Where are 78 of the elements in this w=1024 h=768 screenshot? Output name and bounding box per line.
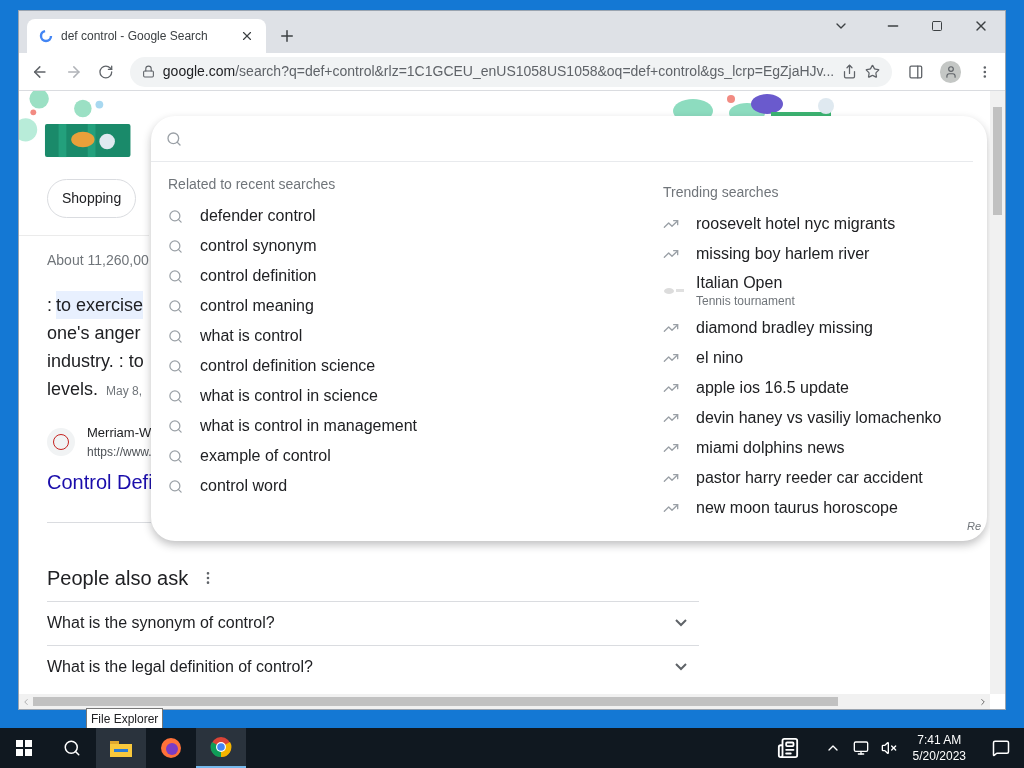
trending-item[interactable]: el nino <box>663 343 752 373</box>
vertical-scrollbar[interactable] <box>990 91 1005 694</box>
news-icon[interactable] <box>776 737 799 759</box>
search-icon <box>168 238 183 254</box>
trending-item[interactable]: miami dolphins news <box>663 433 853 463</box>
section-heading: Trending searches <box>663 183 780 202</box>
date-text: May 8, <box>106 383 143 400</box>
trending-item[interactable]: diamond bradley missing <box>663 313 881 343</box>
network-icon[interactable] <box>852 740 869 756</box>
trending-item[interactable]: devin haney vs vasiliy lomachenko <box>663 403 950 433</box>
definition-text: : <box>47 294 52 317</box>
profile-avatar[interactable] <box>939 60 962 83</box>
suggestion-item[interactable]: control definition science <box>168 351 384 381</box>
question-row[interactable]: What is the synonym of control? <box>47 600 699 645</box>
trending-item[interactable]: missing boy harlem river <box>663 239 878 269</box>
search-icon <box>168 448 183 464</box>
trending-item[interactable]: Italian Open Tennis tournament <box>663 269 803 313</box>
search-icon <box>168 328 183 344</box>
suggestion-item[interactable]: what is control in science <box>168 381 386 411</box>
search-icon <box>168 298 183 314</box>
site-logo-icon <box>47 427 75 456</box>
notifications-icon[interactable] <box>992 739 1010 757</box>
trending-item[interactable]: roosevelt hotel nyc migrants <box>663 209 904 239</box>
report-link[interactable]: Re <box>966 519 981 533</box>
definition-text: levels. <box>47 378 99 401</box>
tooltip: File Explorer <box>86 708 164 730</box>
trending-item[interactable]: new moon taurus horoscope <box>663 493 906 523</box>
maximize-icon[interactable] <box>931 20 943 32</box>
scroll-right-icon[interactable] <box>978 696 988 707</box>
person-icon <box>943 64 958 79</box>
url-text: google.com/search?q=def+control&rlz=1C1GCEU_enUS1058US1058&oq=def+control&gs_lcrp=EgZjaHJv... <box>162 62 835 81</box>
browser-icon <box>210 736 232 758</box>
definition-text: one's anger <box>47 322 141 345</box>
suggestion-item[interactable]: control meaning <box>168 291 322 321</box>
search-icon <box>166 130 182 147</box>
result-link[interactable]: Control Defi <box>47 466 153 497</box>
folder-taskbar-button[interactable] <box>96 728 146 768</box>
address-bar[interactable]: google.com/search?q=def+control&rlz=1C1GCEU_enUS1058US1058&oq=def+control&gs_lcrp=EgZjaHJv... <box>129 56 893 87</box>
question-row[interactable]: What is the legal definition of control? <box>47 644 699 689</box>
tab-title: def control - Google Search <box>61 28 209 45</box>
browser-tab[interactable]: def control - Google Search <box>27 19 266 53</box>
suggestion-item[interactable]: control synonym <box>168 231 325 261</box>
search-icon <box>168 268 183 284</box>
source-name: Merriam-W <box>87 424 152 442</box>
share-icon[interactable] <box>842 64 858 79</box>
search-icon <box>168 208 183 224</box>
search-icon <box>168 358 183 374</box>
folder-icon <box>110 739 132 757</box>
section-heading: Related to recent searches <box>168 175 337 194</box>
bookmark-star-icon[interactable] <box>865 64 881 79</box>
suggestion-item[interactable]: control definition <box>168 261 325 291</box>
suggestion-item[interactable]: defender control <box>168 201 324 231</box>
suggestion-item[interactable]: control word <box>168 471 296 501</box>
search-icon <box>168 388 183 404</box>
highlighted-text: to exercise <box>56 291 144 319</box>
suggestion-item[interactable]: example of control <box>168 441 339 471</box>
source-url: https://www. <box>87 443 152 461</box>
horizontal-scrollbar[interactable] <box>19 694 990 709</box>
reload-icon[interactable] <box>98 63 114 80</box>
windows-logo-icon <box>16 740 32 756</box>
new-tab-icon[interactable] <box>278 27 296 45</box>
side-panel-icon[interactable] <box>908 63 924 80</box>
volume-muted-icon[interactable] <box>880 740 897 756</box>
trending-item[interactable]: pastor harry reeder car accident <box>663 463 931 493</box>
chrome-taskbar-button[interactable] <box>196 728 246 768</box>
results-count: About 11,260,00 <box>47 251 149 270</box>
search-icon <box>168 418 183 434</box>
suggestion-item[interactable]: what is control in management <box>168 411 425 441</box>
trending-item[interactable]: apple ios 16.5 update <box>663 373 857 403</box>
clock[interactable]: 7:41 AM 5/20/2023 <box>908 732 970 764</box>
lock-icon <box>141 65 155 78</box>
section-heading: People also ask <box>47 565 189 591</box>
search-icon <box>168 478 183 494</box>
browser-icon <box>160 737 182 759</box>
close-tab-icon[interactable] <box>240 29 254 43</box>
suggestion-item[interactable]: what is control <box>168 321 311 351</box>
definition-text: industry. : to <box>47 350 144 373</box>
search-icon <box>63 739 81 757</box>
